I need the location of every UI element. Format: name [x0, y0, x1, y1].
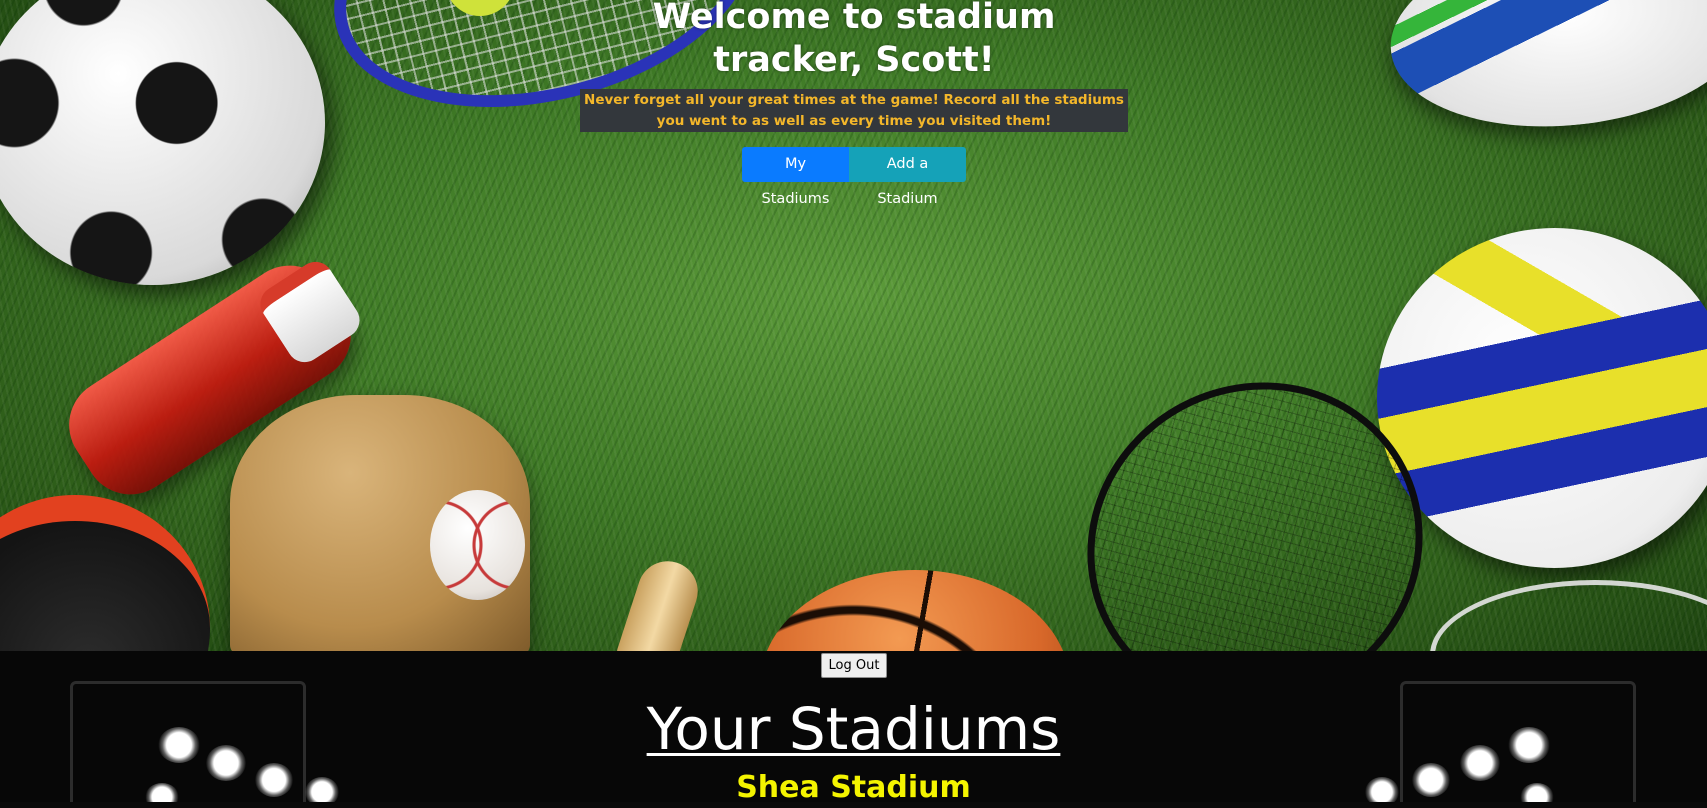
my-stadiums-button[interactable]: My Stadiums — [742, 147, 849, 207]
add-stadium-button[interactable]: Add a Stadium — [849, 147, 966, 207]
page-title: Welcome to stadium tracker, Scott! — [652, 0, 1056, 80]
baseball-bat-image — [614, 553, 706, 651]
volleyball-image — [1377, 228, 1707, 568]
stadium-light — [1365, 777, 1399, 802]
stadium-light — [305, 777, 339, 802]
rugby-ball-image — [1381, 0, 1707, 144]
stadium-light — [206, 745, 246, 781]
hero-button-group: My Stadiums Add a Stadium — [742, 147, 966, 207]
baseball-image — [430, 490, 525, 600]
log-out-button[interactable]: Log Out — [821, 653, 887, 678]
stadium-light — [158, 727, 200, 763]
stadium-light — [1412, 763, 1450, 797]
hero-subtitle: Never forget all your great times at the… — [580, 89, 1128, 132]
table-tennis-paddle-image — [0, 495, 210, 651]
stadium-light — [255, 763, 293, 797]
stadium-name: Shea Stadium — [736, 770, 971, 805]
basketball-image — [760, 570, 1070, 651]
soccer-ball-image — [0, 0, 325, 285]
stadium-light — [1508, 727, 1550, 763]
your-stadiums-heading: Your Stadiums — [646, 695, 1061, 763]
jump-rope-image — [1430, 580, 1707, 651]
stadium-light — [1460, 745, 1500, 781]
